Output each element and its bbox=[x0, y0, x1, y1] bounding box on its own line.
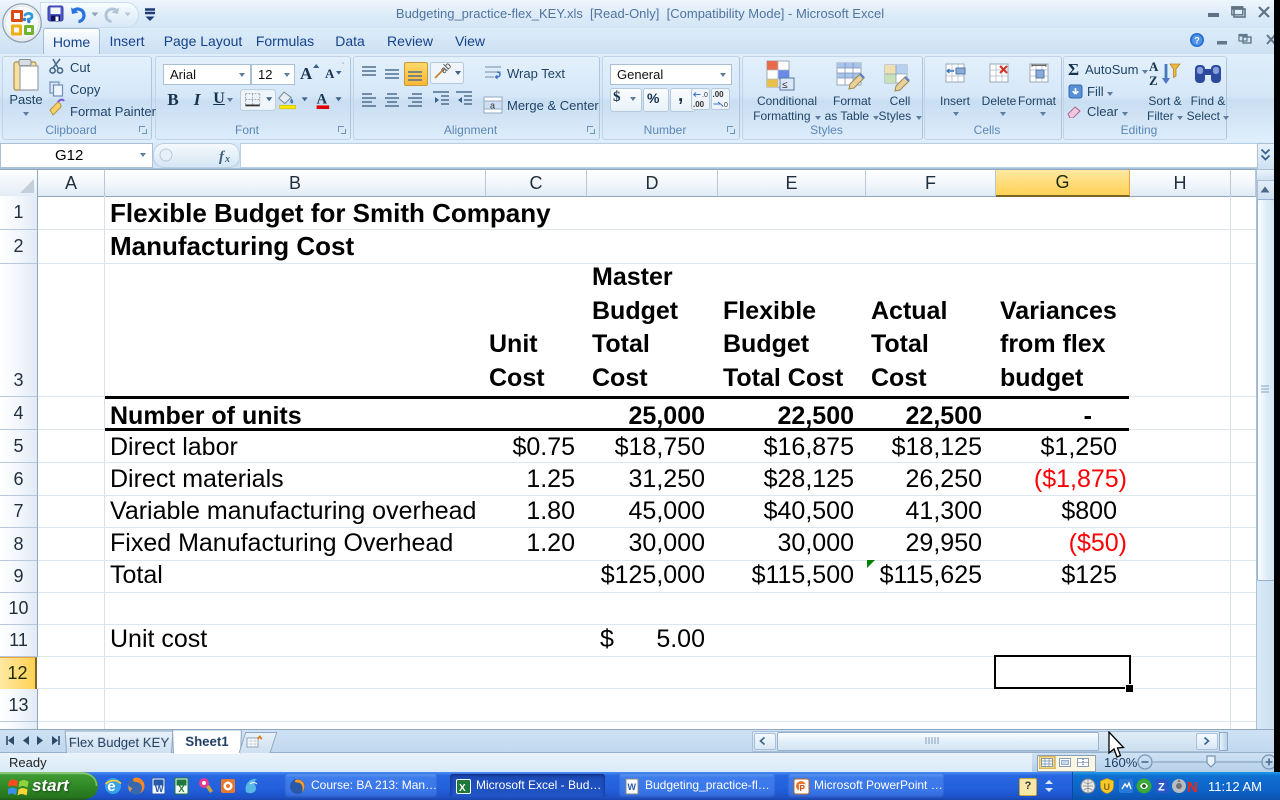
svg-text:?: ? bbox=[1194, 35, 1200, 45]
svg-text:.0: .0 bbox=[702, 92, 708, 99]
svg-text:.00: .00 bbox=[713, 90, 725, 99]
svg-text:A: A bbox=[300, 64, 313, 83]
svg-text:N: N bbox=[1187, 779, 1198, 795]
svg-text:A: A bbox=[325, 66, 335, 81]
svg-text:W: W bbox=[155, 784, 164, 794]
svg-text:A: A bbox=[1149, 59, 1159, 74]
svg-text:X: X bbox=[459, 783, 466, 794]
svg-text:x: x bbox=[224, 154, 230, 165]
svg-text:≤: ≤ bbox=[782, 80, 788, 91]
svg-text:Z: Z bbox=[1149, 73, 1158, 88]
svg-text:U: U bbox=[1104, 782, 1111, 792]
svg-text:W: W bbox=[628, 782, 637, 792]
svg-text:.0: .0 bbox=[722, 102, 728, 109]
svg-text:A: A bbox=[317, 92, 328, 108]
svg-text:.00: .00 bbox=[693, 100, 705, 109]
svg-text:a: a bbox=[490, 101, 495, 111]
svg-text:P: P bbox=[800, 784, 806, 793]
svg-text:X: X bbox=[179, 784, 185, 794]
svg-text:Z: Z bbox=[1158, 782, 1165, 794]
